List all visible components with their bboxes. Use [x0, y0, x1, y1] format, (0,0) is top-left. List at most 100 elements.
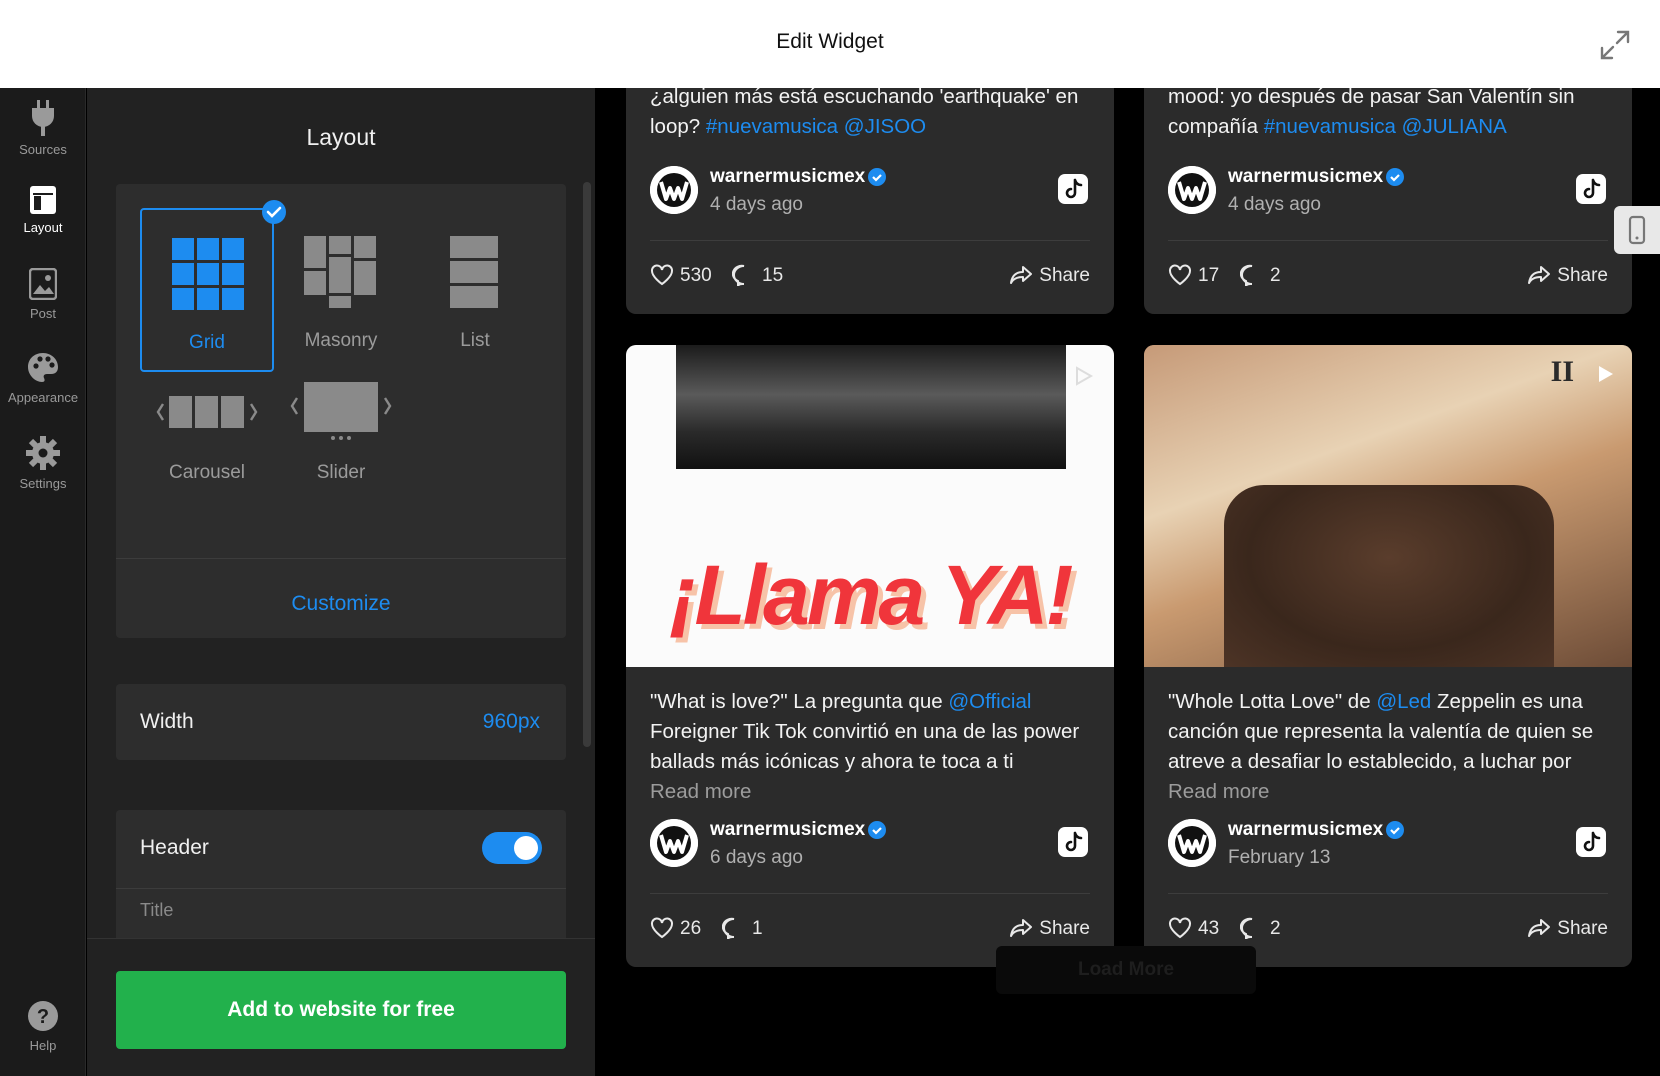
rail-item-settings[interactable]: Settings — [0, 436, 86, 491]
layout-options-card: Grid Masonry List Carousel Slider Custom… — [116, 184, 566, 638]
layout-label-slider: Slider — [316, 462, 366, 483]
help-icon: ? — [28, 1001, 58, 1031]
username[interactable]: warnermusicmex — [710, 819, 865, 841]
panel-title: Layout — [306, 124, 376, 150]
layout-option-carousel[interactable]: Carousel — [140, 378, 274, 542]
customize-link[interactable]: Customize — [116, 592, 566, 616]
layout-option-grid[interactable]: Grid — [140, 200, 286, 372]
username[interactable]: warnermusicmex — [1228, 819, 1383, 841]
hashtag-link[interactable]: #nuevamusica — [1264, 115, 1396, 138]
width-label: Width — [140, 710, 194, 733]
play-icon — [1599, 366, 1613, 382]
carousel-layout-icon — [156, 396, 258, 428]
layout-label-list: List — [460, 330, 490, 351]
post-card[interactable]: II "Whole Lotta Love" de @Led Zeppelin e… — [1144, 345, 1632, 967]
post-text: mood: yo después de pasar San Valentín s… — [1168, 88, 1575, 138]
rail-item-post[interactable]: Post — [0, 268, 86, 321]
post-card[interactable]: ¿alguien más está escuchando 'earthquake… — [626, 88, 1114, 314]
share-button[interactable]: Share — [1009, 264, 1090, 287]
divider — [1168, 240, 1608, 241]
heart-icon — [1169, 917, 1191, 939]
load-more-button[interactable]: Load More — [996, 946, 1256, 994]
post-date: 4 days ago — [710, 194, 803, 215]
read-more-link[interactable]: Read more — [650, 780, 751, 803]
tiktok-icon[interactable] — [1058, 827, 1088, 857]
username[interactable]: warnermusicmex — [1228, 166, 1383, 188]
panel-scrollbar[interactable] — [583, 182, 591, 747]
header-toggle[interactable] — [482, 832, 542, 864]
layout-panel: Layout Grid Masonry List Carousel Slider… — [87, 88, 595, 1076]
comment-icon — [731, 264, 745, 288]
share-button[interactable]: Share — [1527, 264, 1608, 287]
tiktok-icon[interactable] — [1058, 174, 1088, 204]
heart-icon — [651, 917, 673, 939]
width-value[interactable]: 960px — [483, 710, 540, 734]
tiktok-icon[interactable] — [1576, 827, 1606, 857]
phone-icon — [1628, 215, 1646, 245]
post-card[interactable]: ¡Llama YA! "What is love?" La pregunta q… — [626, 345, 1114, 967]
read-more-link[interactable]: Read more — [1168, 780, 1269, 803]
heart-icon — [651, 264, 673, 286]
post-date: February 13 — [1228, 847, 1331, 868]
share-button[interactable]: Share — [1009, 917, 1090, 940]
rail-item-appearance[interactable]: Appearance — [0, 352, 86, 405]
grid-layout-icon — [172, 238, 244, 310]
comment-icon — [1239, 264, 1253, 288]
verified-icon — [1386, 168, 1404, 186]
layout-label-carousel: Carousel — [168, 462, 246, 483]
expand-icon[interactable] — [1598, 28, 1632, 62]
verified-icon — [868, 821, 886, 839]
comments-count[interactable]: 2 — [1239, 264, 1281, 288]
header-label: Header — [140, 836, 209, 859]
avatar[interactable] — [650, 166, 698, 214]
mention-link[interactable]: @Official — [948, 690, 1031, 713]
post-date: 6 days ago — [710, 847, 803, 868]
rail-item-help[interactable]: ? Help — [0, 1000, 86, 1053]
plug-icon — [32, 100, 54, 136]
divider — [1168, 893, 1608, 894]
mention-link[interactable]: @JISOO — [844, 115, 926, 138]
device-preview-toggle[interactable] — [1614, 206, 1660, 254]
layout-label-masonry: Masonry — [304, 330, 378, 351]
toggle-knob — [514, 836, 538, 860]
rail-item-sources[interactable]: Sources — [0, 100, 86, 157]
sidebar-rail: Sources Layout Post Appearance Settings … — [0, 88, 86, 1076]
post-image[interactable]: ¡Llama YA! — [626, 345, 1114, 667]
layout-option-list[interactable]: List — [408, 208, 542, 372]
rail-item-layout[interactable]: Layout — [0, 186, 86, 235]
likes-count[interactable]: 530 — [650, 264, 712, 287]
avatar[interactable] — [650, 819, 698, 867]
tiktok-icon[interactable] — [1576, 174, 1606, 204]
rail-label-help: Help — [29, 1038, 57, 1053]
layout-option-masonry[interactable]: Masonry — [274, 208, 408, 372]
image-overlay-text: II — [1550, 355, 1574, 388]
band-photo — [1224, 485, 1554, 667]
post-image[interactable]: II — [1144, 345, 1632, 667]
likes-count[interactable]: 17 — [1168, 264, 1219, 287]
top-bar: Edit Widget — [0, 0, 1660, 88]
width-row[interactable]: Width 960px — [116, 684, 566, 760]
gear-icon — [26, 436, 60, 470]
post-card[interactable]: mood: yo después de pasar San Valentín s… — [1144, 88, 1632, 314]
layout-label-grid: Grid — [189, 332, 225, 353]
post-date: 4 days ago — [1228, 194, 1321, 215]
slider-layout-icon — [290, 382, 392, 440]
mention-link[interactable]: @JULIANA — [1402, 115, 1507, 138]
likes-count[interactable]: 43 — [1168, 917, 1219, 940]
share-icon — [1010, 919, 1033, 937]
share-button[interactable]: Share — [1527, 917, 1608, 940]
add-to-website-button[interactable]: Add to website for free — [116, 971, 566, 1049]
layout-option-slider[interactable]: Slider — [274, 378, 408, 542]
avatar[interactable] — [1168, 819, 1216, 867]
avatar[interactable] — [1168, 166, 1216, 214]
hashtag-link[interactable]: #nuevamusica — [706, 115, 838, 138]
username[interactable]: warnermusicmex — [710, 166, 865, 188]
comments-count[interactable]: 15 — [731, 264, 783, 288]
video-still — [676, 345, 1066, 469]
mention-link[interactable]: @Led — [1376, 690, 1431, 713]
divider — [116, 558, 566, 559]
comments-count[interactable]: 1 — [721, 917, 763, 941]
likes-count[interactable]: 26 — [650, 917, 701, 940]
list-layout-icon — [450, 236, 498, 308]
comments-count[interactable]: 2 — [1239, 917, 1281, 941]
